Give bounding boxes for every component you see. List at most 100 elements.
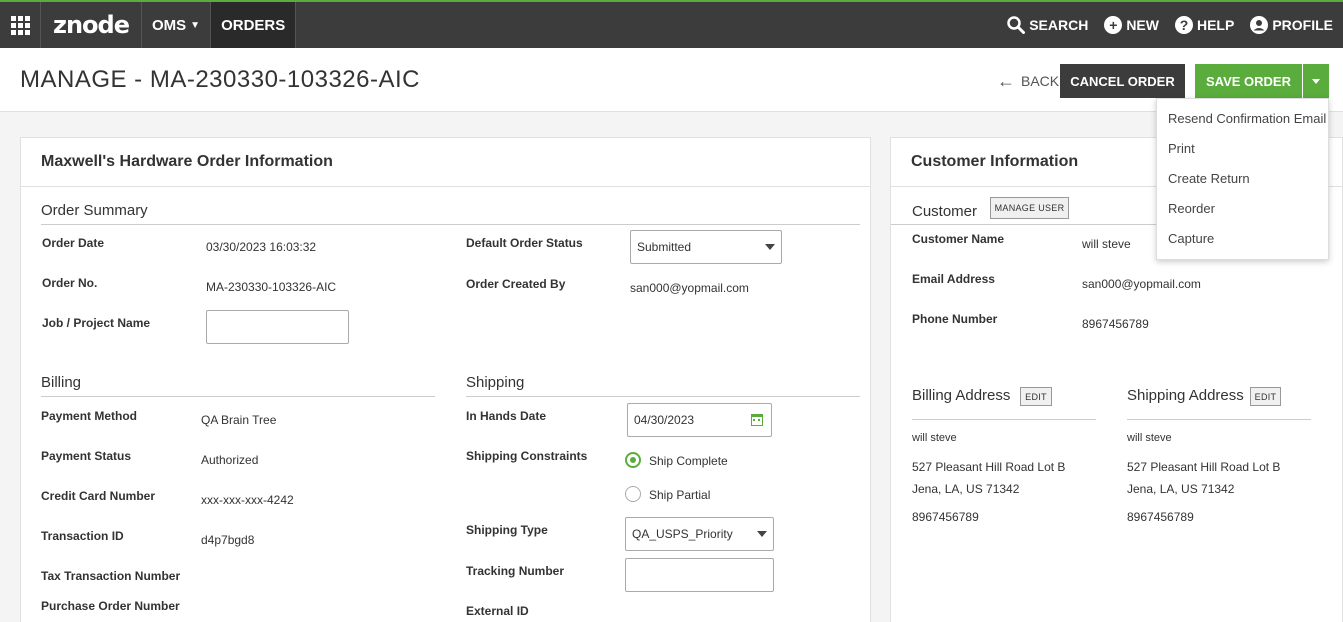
znode-logo[interactable]: znode	[41, 2, 142, 48]
order-created-by-label: Order Created By	[466, 277, 566, 291]
transaction-id-label: Transaction ID	[41, 529, 124, 543]
payment-status-value: Authorized	[201, 453, 259, 467]
billing-title: Billing	[41, 374, 82, 391]
in-hands-date-input[interactable]: 04/30/2023	[627, 403, 772, 437]
transaction-id-value: d4p7bgd8	[201, 533, 255, 547]
customer-name-value: will steve	[1082, 237, 1131, 251]
help-icon: ?	[1174, 16, 1193, 34]
menu-item-reorder[interactable]: Reorder	[1168, 201, 1215, 216]
new-action[interactable]: + NEW	[1104, 16, 1159, 34]
order-information-panel: Maxwell's Hardware Order Information Ord…	[20, 137, 871, 622]
menu-item-capture[interactable]: Capture	[1168, 231, 1214, 246]
divider	[41, 224, 860, 225]
profile-label: PROFILE	[1272, 17, 1333, 33]
order-status-select[interactable]: Submitted	[630, 230, 782, 264]
menu-item-resend-confirmation[interactable]: Resend Confirmation Email	[1168, 111, 1326, 126]
phone-number-label: Phone Number	[912, 312, 998, 326]
shipping-address-line2: Jena, LA, US 71342	[1127, 482, 1235, 496]
top-nav: znode OMS ▼ ORDERS SEARCH + NEW ? HELP P…	[0, 0, 1343, 48]
job-project-label: Job / Project Name	[42, 316, 151, 330]
nav-oms-label: OMS	[152, 16, 187, 34]
divider	[912, 419, 1096, 420]
email-address-label: Email Address	[912, 272, 995, 286]
back-label: BACK	[1021, 73, 1060, 89]
shipping-type-value: QA_USPS_Priority	[632, 527, 733, 541]
customer-name-label: Customer Name	[912, 232, 1005, 246]
menu-item-print[interactable]: Print	[1168, 141, 1195, 156]
credit-card-label: Credit Card Number	[41, 489, 156, 503]
purchase-order-label: Purchase Order Number	[41, 599, 180, 613]
shipping-constraints-label: Shipping Constraints	[466, 449, 588, 463]
shipping-type-select[interactable]: QA_USPS_Priority	[625, 517, 774, 551]
help-label: HELP	[1196, 17, 1235, 33]
shipping-title: Shipping	[466, 374, 525, 391]
nav-orders[interactable]: ORDERS	[211, 2, 297, 48]
dropdown-arrow-icon	[765, 244, 775, 250]
search-icon	[1007, 16, 1026, 34]
order-summary-title: Order Summary	[41, 202, 148, 219]
customer-section-title: Customer	[912, 203, 978, 220]
shipping-address-title: Shipping Address	[1127, 387, 1244, 404]
grid-icon	[10, 15, 30, 35]
order-status-value: Submitted	[637, 240, 692, 254]
ship-complete-label[interactable]: Ship Complete	[649, 454, 728, 468]
save-order-menu: Resend Confirmation Email Print Create R…	[1156, 98, 1329, 260]
save-order-button[interactable]: SAVE ORDER	[1195, 64, 1302, 98]
new-label: NEW	[1126, 17, 1159, 33]
billing-address-title: Billing Address	[912, 387, 1011, 404]
order-created-by-value: san000@yopmail.com	[630, 281, 749, 295]
page-header: MANAGE - MA-230330-103326-AIC ← BACK CAN…	[0, 48, 1343, 112]
back-button[interactable]: ← BACK	[997, 72, 1059, 90]
manage-user-button[interactable]: MANAGE USER	[990, 197, 1069, 219]
shipping-address-line1: 527 Pleasant Hill Road Lot B	[1127, 460, 1281, 474]
default-order-status-label: Default Order Status	[466, 236, 583, 250]
order-date-label: Order Date	[42, 236, 105, 250]
shipping-type-label: Shipping Type	[466, 523, 548, 537]
credit-card-value: xxx-xxx-xxx-4242	[201, 493, 294, 507]
caret-down-icon	[1312, 78, 1320, 84]
shipping-name: will steve	[1127, 432, 1172, 444]
cancel-order-button[interactable]: CANCEL ORDER	[1060, 64, 1185, 98]
phone-number-value: 8967456789	[1082, 317, 1149, 331]
dropdown-arrow-icon	[757, 531, 767, 537]
payment-status-label: Payment Status	[41, 449, 132, 463]
apps-grid-button[interactable]	[0, 2, 41, 48]
job-project-input[interactable]	[206, 310, 349, 344]
profile-action[interactable]: PROFILE	[1250, 16, 1333, 34]
help-action[interactable]: ? HELP	[1174, 16, 1235, 34]
billing-name: will steve	[912, 432, 957, 444]
chevron-down-icon: ▼	[190, 19, 201, 31]
order-panel-title: Maxwell's Hardware Order Information	[21, 138, 870, 187]
arrow-left-icon: ←	[997, 71, 1015, 91]
edit-shipping-address-button[interactable]: EDIT	[1250, 387, 1281, 406]
search-label: SEARCH	[1029, 17, 1089, 33]
divider	[466, 396, 860, 397]
email-address-value: san000@yopmail.com	[1082, 277, 1201, 291]
plus-icon: +	[1104, 16, 1123, 34]
order-date-value: 03/30/2023 16:03:32	[206, 240, 317, 254]
page-title: MANAGE - MA-230330-103326-AIC	[20, 66, 420, 93]
nav-oms[interactable]: OMS ▼	[142, 2, 212, 48]
save-options-toggle[interactable]	[1303, 64, 1329, 98]
shipping-phone: 8967456789	[1127, 510, 1194, 524]
order-no-label: Order No.	[42, 276, 98, 290]
search-action[interactable]: SEARCH	[1007, 16, 1088, 34]
tax-transaction-label: Tax Transaction Number	[41, 569, 181, 583]
payment-method-label: Payment Method	[41, 409, 138, 423]
calendar-icon[interactable]	[751, 414, 763, 426]
edit-billing-address-button[interactable]: EDIT	[1020, 387, 1052, 406]
ship-partial-label[interactable]: Ship Partial	[649, 488, 710, 502]
payment-method-value: QA Brain Tree	[201, 413, 277, 427]
ship-complete-radio[interactable]	[625, 452, 641, 468]
tracking-number-input[interactable]	[625, 558, 774, 592]
tracking-number-label: Tracking Number	[466, 564, 565, 578]
in-hands-date-value: 04/30/2023	[634, 413, 695, 427]
billing-address-line1: 527 Pleasant Hill Road Lot B	[912, 460, 1066, 474]
divider	[41, 396, 435, 397]
order-no-value: MA-230330-103326-AIC	[206, 280, 337, 294]
menu-item-create-return[interactable]: Create Return	[1168, 171, 1250, 186]
external-id-label: External ID	[466, 604, 529, 618]
ship-partial-radio[interactable]	[625, 486, 641, 502]
in-hands-date-label: In Hands Date	[466, 409, 547, 423]
divider	[1127, 419, 1311, 420]
